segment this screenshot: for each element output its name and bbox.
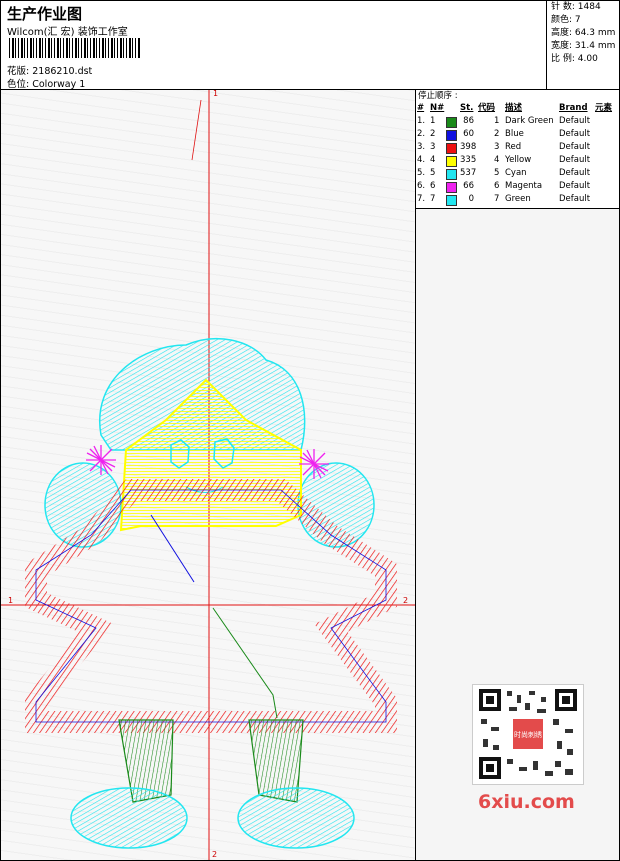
cell-code: 2	[494, 129, 500, 139]
cell-needle: 3	[430, 142, 436, 152]
cell-stitches: 537	[460, 168, 477, 178]
table-row: 5. 5 537 5 Cyan Default	[416, 167, 619, 180]
embroidery-preview: 1 1 2 2	[1, 90, 415, 860]
cell-index: 6.	[417, 181, 426, 191]
bow-left	[86, 445, 116, 475]
cell-brand: Default	[559, 194, 591, 204]
svg-text:时尚刺绣: 时尚刺绣	[514, 730, 542, 739]
jump-line	[191, 99, 202, 161]
cell-code: 4	[494, 155, 500, 165]
table-row: 3. 3 398 3 Red Default	[416, 141, 619, 154]
cell-desc: Yellow	[505, 155, 532, 165]
col-element: 元素	[595, 103, 613, 113]
cell-needle: 5	[430, 168, 436, 178]
col-index: #	[417, 103, 425, 113]
cell-code: 7	[494, 194, 500, 204]
cell-desc: Blue	[505, 129, 524, 139]
shoe-left	[70, 787, 188, 849]
col-desc: 描述	[505, 103, 523, 113]
colorway-line: 色位: Colorway 1	[7, 76, 85, 90]
cell-desc: Dark Green	[505, 116, 554, 126]
cell-needle: 6	[430, 181, 436, 191]
bow-right	[299, 449, 329, 479]
qr-code: 时尚刺绣	[472, 684, 584, 785]
green-jump	[212, 607, 278, 719]
barcode	[9, 38, 141, 58]
colorway-value: Colorway 1	[32, 79, 86, 90]
axis-label-bottom: 2	[212, 850, 217, 859]
cell-brand: Default	[559, 116, 591, 126]
color-swatch	[446, 169, 457, 180]
sheet-header: 生产作业图 Wilcom(汇 宏) 装饰工作室 花版: 2186210.dst …	[1, 1, 619, 90]
table-row: 1. 1 86 1 Dark Green Default	[416, 115, 619, 128]
design-canvas[interactable]: 1 1 2 2	[1, 90, 416, 860]
cell-needle: 2	[430, 129, 436, 139]
cell-code: 5	[494, 168, 500, 178]
cell-stitches: 60	[463, 129, 474, 139]
cell-index: 7.	[417, 194, 426, 204]
color-swatch	[446, 156, 457, 167]
shoe-right	[237, 787, 355, 849]
cell-desc: Cyan	[505, 168, 527, 178]
col-stitches: St.	[460, 103, 474, 113]
cell-index: 4.	[417, 155, 426, 165]
design-file-line: 花版: 2186210.dst	[7, 63, 92, 77]
stats-panel: 针 数: 1484 颜色: 7 高度: 64.3 mm 宽度: 31.4 mm …	[546, 1, 620, 89]
stat-height: 高度: 64.3 mm	[551, 28, 616, 38]
cell-stitches: 335	[460, 155, 477, 165]
color-swatch	[446, 143, 457, 154]
cell-stitches: 86	[463, 116, 474, 126]
col-needle: N#	[430, 103, 445, 113]
color-swatch	[446, 130, 457, 141]
table-row: 7. 7 0 7 Green Default	[416, 193, 619, 206]
cell-index: 3.	[417, 142, 426, 152]
cell-brand: Default	[559, 155, 591, 165]
col-brand: Brand	[559, 103, 588, 113]
sheet-title: 生产作业图	[7, 5, 83, 23]
cell-desc: Red	[505, 142, 522, 152]
color-swatch	[446, 117, 457, 128]
cell-brand: Default	[559, 129, 591, 139]
stat-width: 宽度: 31.4 mm	[551, 41, 616, 51]
table-row: 6. 6 66 6 Magenta Default	[416, 180, 619, 193]
stat-scale: 比 例: 4.00	[551, 54, 598, 64]
cell-code: 3	[494, 142, 500, 152]
cell-brand: Default	[559, 168, 591, 178]
cell-index: 1.	[417, 116, 426, 126]
color-swatch	[446, 182, 457, 193]
cell-needle: 1	[430, 116, 436, 126]
company-name: Wilcom(汇 宏) 装饰工作室	[7, 27, 128, 38]
col-code: 代码	[478, 103, 496, 113]
production-sheet: 生产作业图 Wilcom(汇 宏) 装饰工作室 花版: 2186210.dst …	[0, 0, 620, 861]
qr-pattern: 时尚刺绣	[479, 689, 577, 779]
table-header: # N# St. 代码 描述 Brand 元素	[416, 102, 619, 115]
cell-stitches: 398	[460, 142, 477, 152]
cell-index: 5.	[417, 168, 426, 178]
stop-sequence-title: 停止顺序 :	[418, 91, 458, 101]
cell-desc: Green	[505, 194, 531, 204]
watermark-text: 6xiu.com	[478, 791, 575, 813]
stat-colors: 颜色: 7	[551, 15, 581, 25]
cell-needle: 7	[430, 194, 436, 204]
cell-stitches: 0	[468, 194, 474, 204]
axis-label-right: 2	[403, 596, 408, 605]
axis-label-left: 1	[8, 596, 13, 605]
color-swatch	[446, 195, 457, 206]
table-row: 2. 2 60 2 Blue Default	[416, 128, 619, 141]
cell-code: 1	[494, 116, 500, 126]
stat-stitches: 针 数: 1484	[551, 2, 601, 12]
cell-index: 2.	[417, 129, 426, 139]
cell-brand: Default	[559, 181, 591, 191]
cell-stitches: 66	[463, 181, 474, 191]
colorway-label: 色位:	[7, 79, 30, 90]
cell-brand: Default	[559, 142, 591, 152]
axis-label-top: 1	[213, 90, 218, 98]
stop-sequence-panel: 停止顺序 : # N# St. 代码 描述 Brand 元素 1. 1 86 1 Dar…	[416, 90, 619, 209]
cell-needle: 4	[430, 155, 436, 165]
cell-code: 6	[494, 181, 500, 191]
table-row: 4. 4 335 4 Yellow Default	[416, 154, 619, 167]
cell-desc: Magenta	[505, 181, 543, 191]
